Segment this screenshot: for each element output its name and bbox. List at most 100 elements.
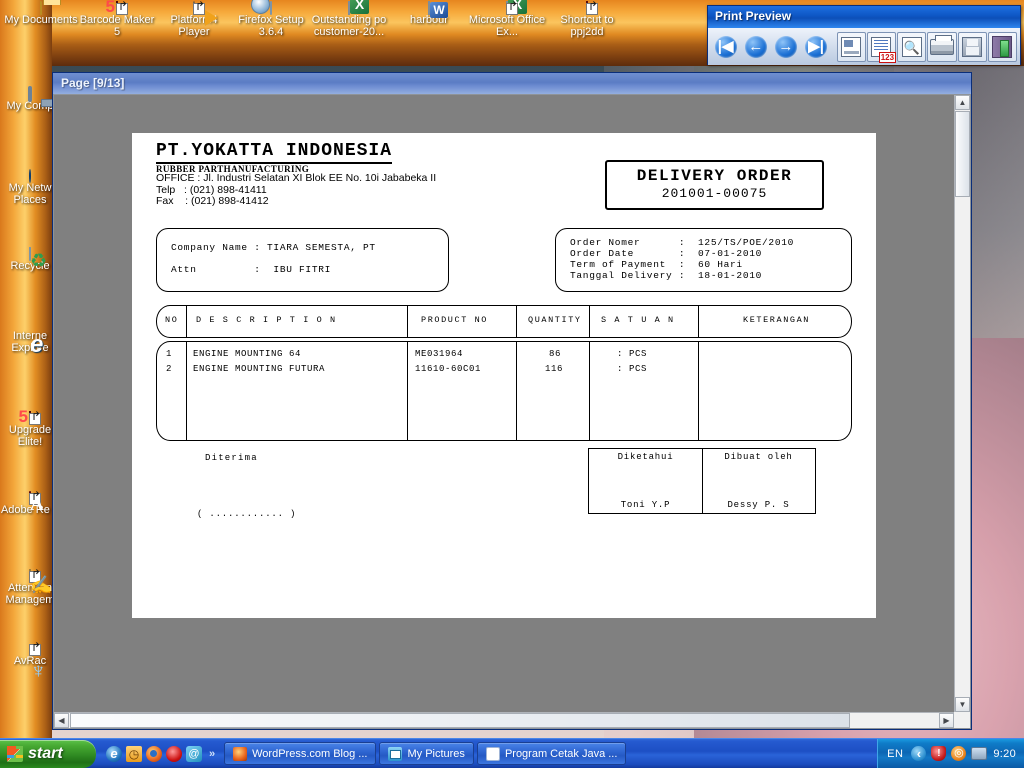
desktop-icon[interactable]: Firefox Setup 3.6.4	[232, 1, 310, 38]
shield-alert-icon[interactable]	[931, 746, 947, 761]
print-button[interactable]	[927, 31, 957, 62]
shortcut-overlay-icon	[116, 0, 129, 15]
next-page-button[interactable]: →	[771, 32, 800, 62]
desktop-icon-label: My Documents	[4, 14, 78, 26]
arrow-right-icon: →	[774, 35, 797, 58]
firefox-icon[interactable]	[146, 745, 162, 762]
col-header-no: NO	[165, 315, 179, 325]
scroll-down-button[interactable]: ▼	[955, 697, 970, 712]
items-table-body: 1 ENGINE MOUNTING 64 ME031964 86 : PCS 2…	[156, 341, 852, 441]
desktop-icon[interactable]: My Netw Places	[0, 169, 60, 206]
exit-button[interactable]	[987, 31, 1017, 62]
scroll-right-button[interactable]: ▶	[939, 713, 954, 728]
customer-name-line: Company Name : TIARA SEMESTA, PT	[171, 242, 376, 253]
body-divider	[698, 342, 699, 440]
company-title: PT.YOKATTA INDONESIA	[156, 141, 393, 164]
internet-explorer-icon[interactable]	[106, 745, 122, 762]
desktop-icon[interactable]: My Comp	[0, 86, 60, 112]
taskbar-window-buttons: WordPress.com Blog ... My Pictures Program…	[224, 742, 629, 765]
vertical-scroll-thumb[interactable]	[955, 111, 970, 197]
desktop-icon[interactable]: Barcode Maker 5	[78, 0, 156, 38]
desktop-icon[interactable]: Interne Explore	[0, 330, 60, 354]
order-nomer: Order Nomer : 125/TS/POE/2010	[570, 237, 795, 248]
save-button[interactable]	[957, 31, 987, 62]
quicklaunch-overflow-icon[interactable]: »	[206, 748, 218, 760]
start-button[interactable]: start	[0, 739, 96, 768]
print-preview-toolbar: |◀ ← → ▶| 123	[708, 28, 1020, 65]
page-preview-window[interactable]: Page [9/13] PT.YOKATTA INDONESIA RUBBER …	[52, 72, 972, 730]
desktop-icon[interactable]: Upgrade Elite!	[0, 409, 60, 448]
cell-product-no: 11610-60C01	[415, 364, 482, 374]
desktop-icon[interactable]: AvRac	[0, 640, 60, 667]
scrollbar-corner	[954, 712, 970, 728]
clock-icon[interactable]	[126, 745, 142, 762]
excel-file-icon	[348, 1, 350, 15]
my-computer-icon	[28, 86, 32, 102]
upgrade-elite-icon	[29, 409, 42, 425]
previous-page-button[interactable]: ←	[741, 32, 770, 62]
cell-description: ENGINE MOUNTING FUTURA	[193, 364, 326, 374]
chevron-left-icon[interactable]	[911, 746, 927, 761]
desktop-icon[interactable]: Outstanding po customer-20...	[310, 1, 388, 38]
page-count-badge: 123	[878, 51, 897, 63]
toolbar-separator	[832, 34, 836, 60]
cell-no: 2	[166, 364, 173, 374]
taskbar-window-button[interactable]: Program Cetak Java ...	[476, 742, 627, 765]
shortcut-overlay-icon	[29, 640, 42, 656]
order-info-box: Order Nomer : 125/TS/POE/2010 Order Date…	[555, 228, 852, 292]
horizontal-scroll-thumb[interactable]	[70, 713, 850, 728]
vertical-scrollbar[interactable]: ▲ ▼	[954, 95, 970, 712]
desktop-icon[interactable]: harbour	[390, 1, 468, 26]
taskbar-clock[interactable]: 9:20	[993, 748, 1016, 760]
first-page-button[interactable]: |◀	[711, 32, 740, 62]
print-preview-window[interactable]: Print Preview |◀ ← → ▶| 123	[707, 5, 1021, 65]
page-indicator: Page [9/13]	[61, 76, 125, 90]
desktop-icon[interactable]: Shortcut to ppj2dd	[548, 0, 626, 38]
zoom-page-icon	[901, 36, 922, 57]
language-indicator[interactable]: EN	[887, 748, 903, 760]
desktop-icon-label: Shortcut to ppj2dd	[560, 14, 614, 38]
desktop-icon[interactable]: Adobe Re 9	[0, 489, 60, 516]
desktop-icon[interactable]: Attendan Managem	[0, 569, 60, 606]
media-player-icon	[193, 0, 206, 15]
made-by-name: Dessy P. S	[727, 500, 790, 510]
known-name: Toni Y.P	[620, 500, 671, 510]
print-setup-button[interactable]	[836, 31, 866, 62]
taskbar-window-button[interactable]: My Pictures	[379, 742, 474, 765]
printer-icon	[929, 34, 954, 55]
desktop-icon[interactable]: Recycle	[0, 247, 60, 272]
col-header-product-no: PRODUCT NO	[421, 315, 489, 325]
quick-launch-bar: »	[96, 740, 224, 768]
scroll-up-button[interactable]: ▲	[955, 95, 970, 110]
excel-shortcut-icon	[506, 0, 519, 15]
page-numbers-button[interactable]: 123	[866, 31, 897, 63]
firefox-icon	[233, 746, 248, 761]
document-type-label: DELIVERY ORDER	[636, 167, 793, 185]
desktop-icon[interactable]: Platform4 Player	[155, 0, 233, 38]
adobe-reader-icon	[29, 489, 42, 505]
antivirus-icon[interactable]	[951, 746, 967, 761]
last-page-button[interactable]: ▶|	[802, 32, 831, 62]
network-icon[interactable]	[971, 747, 988, 760]
received-signature-line: ( ............ )	[197, 509, 297, 519]
desktop-icon-label: My Netw Places	[8, 182, 52, 206]
mail-icon[interactable]	[186, 745, 202, 762]
opera-icon[interactable]	[166, 745, 182, 762]
zoom-button[interactable]	[897, 31, 927, 62]
col-header-description: D E S C R I P T I O N	[196, 315, 337, 325]
body-divider	[516, 342, 517, 440]
desktop-icon[interactable]: Microsoft Office Ex...	[468, 0, 546, 38]
taskbar-window-label: WordPress.com Blog ...	[252, 747, 368, 760]
scroll-left-button[interactable]: ◀	[54, 713, 69, 728]
barcode-maker-icon	[116, 0, 129, 15]
desktop-icon[interactable]: My Documents	[2, 1, 80, 26]
taskbar-window-button[interactable]: WordPress.com Blog ...	[224, 742, 377, 765]
page-preview-canvas[interactable]: PT.YOKATTA INDONESIA RUBBER PARTHANUFACT…	[54, 95, 970, 728]
print-preview-titlebar: Print Preview	[708, 6, 1020, 28]
header-divider	[186, 306, 187, 337]
first-page-icon: |◀	[714, 35, 737, 58]
horizontal-scrollbar[interactable]: ◀ ▶	[54, 712, 954, 728]
triangle-down-icon: ▼	[958, 700, 967, 709]
body-divider	[589, 342, 590, 440]
received-label: Diterima	[205, 453, 258, 463]
